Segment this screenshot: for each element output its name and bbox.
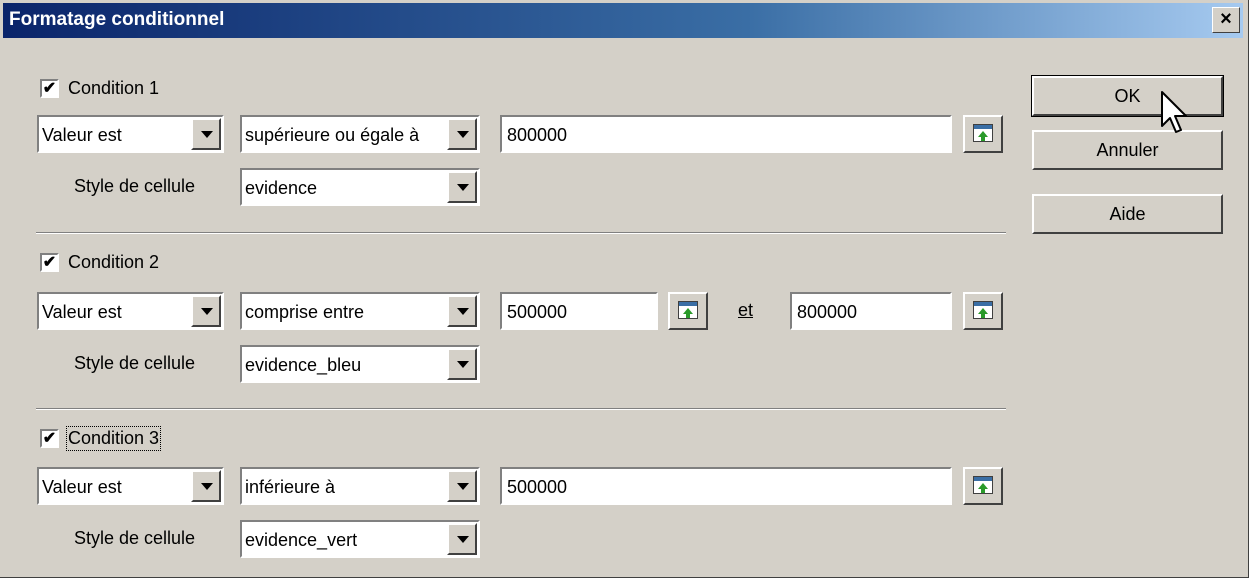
condition-3-operator-select[interactable]: inférieure à xyxy=(240,467,480,505)
title-bar[interactable]: Formatage conditionnel × xyxy=(3,3,1243,38)
chevron-down-icon[interactable] xyxy=(447,118,477,150)
condition-2-operator-select[interactable]: comprise entre xyxy=(240,292,480,330)
condition-3-style-select[interactable]: evidence_vert xyxy=(240,520,480,558)
condition-3-type-select[interactable]: Valeur est xyxy=(37,467,224,505)
condition-1-operator-select[interactable]: supérieure ou égale à xyxy=(240,115,480,153)
condition-3-style-label: Style de cellule xyxy=(74,528,196,548)
condition-1-label: Condition 1 xyxy=(68,78,160,98)
condition-2-style-label: Style de cellule xyxy=(74,353,196,373)
chevron-down-icon[interactable] xyxy=(447,348,477,380)
dialog-title: Formatage conditionnel xyxy=(9,9,225,30)
condition-2-checkbox[interactable]: ✔ xyxy=(40,253,59,272)
conditional-format-dialog: Formatage conditionnel × ✔ Condition 1 V… xyxy=(0,0,1249,578)
chevron-down-icon[interactable] xyxy=(447,171,477,203)
condition-3-checkbox[interactable]: ✔ xyxy=(40,429,59,448)
chevron-down-icon[interactable] xyxy=(447,295,477,327)
condition-1-style-select[interactable]: evidence xyxy=(240,168,480,206)
condition-1-style-label: Style de cellule xyxy=(74,176,196,196)
ok-button[interactable]: OK xyxy=(1031,75,1224,117)
condition-1-checkbox[interactable]: ✔ xyxy=(40,79,59,98)
cancel-button[interactable]: Annuler xyxy=(1032,130,1223,170)
chevron-down-icon[interactable] xyxy=(191,118,221,150)
condition-2-style-select[interactable]: evidence_bleu xyxy=(240,345,480,383)
condition-2-value1-shrink-button[interactable] xyxy=(668,292,708,330)
condition-1-type-select[interactable]: Valeur est xyxy=(37,115,224,153)
chevron-down-icon[interactable] xyxy=(191,470,221,502)
chevron-down-icon[interactable] xyxy=(191,295,221,327)
chevron-down-icon[interactable] xyxy=(447,523,477,555)
separator xyxy=(36,232,1006,234)
condition-2-type-select[interactable]: Valeur est xyxy=(37,292,224,330)
condition-1-value-input[interactable]: 800000 xyxy=(500,115,952,153)
condition-3-shrink-button[interactable] xyxy=(963,467,1003,505)
condition-2-value2-input[interactable]: 800000 xyxy=(790,292,952,330)
condition-2-value2-shrink-button[interactable] xyxy=(963,292,1003,330)
check-icon: ✔ xyxy=(42,430,57,447)
close-icon: × xyxy=(1220,8,1232,30)
mouse-pointer-icon xyxy=(1161,91,1187,133)
check-icon: ✔ xyxy=(42,254,57,271)
check-icon: ✔ xyxy=(42,80,57,97)
and-label: et xyxy=(738,300,754,320)
chevron-down-icon[interactable] xyxy=(447,470,477,502)
condition-1-shrink-button[interactable] xyxy=(963,115,1003,153)
condition-3-label: Condition 3 xyxy=(65,426,162,451)
condition-2-label: Condition 2 xyxy=(68,252,160,272)
close-button[interactable]: × xyxy=(1212,7,1240,33)
condition-2-value1-input[interactable]: 500000 xyxy=(500,292,658,330)
separator xyxy=(36,408,1006,410)
condition-3-value-input[interactable]: 500000 xyxy=(500,467,952,505)
help-button[interactable]: Aide xyxy=(1032,194,1223,234)
